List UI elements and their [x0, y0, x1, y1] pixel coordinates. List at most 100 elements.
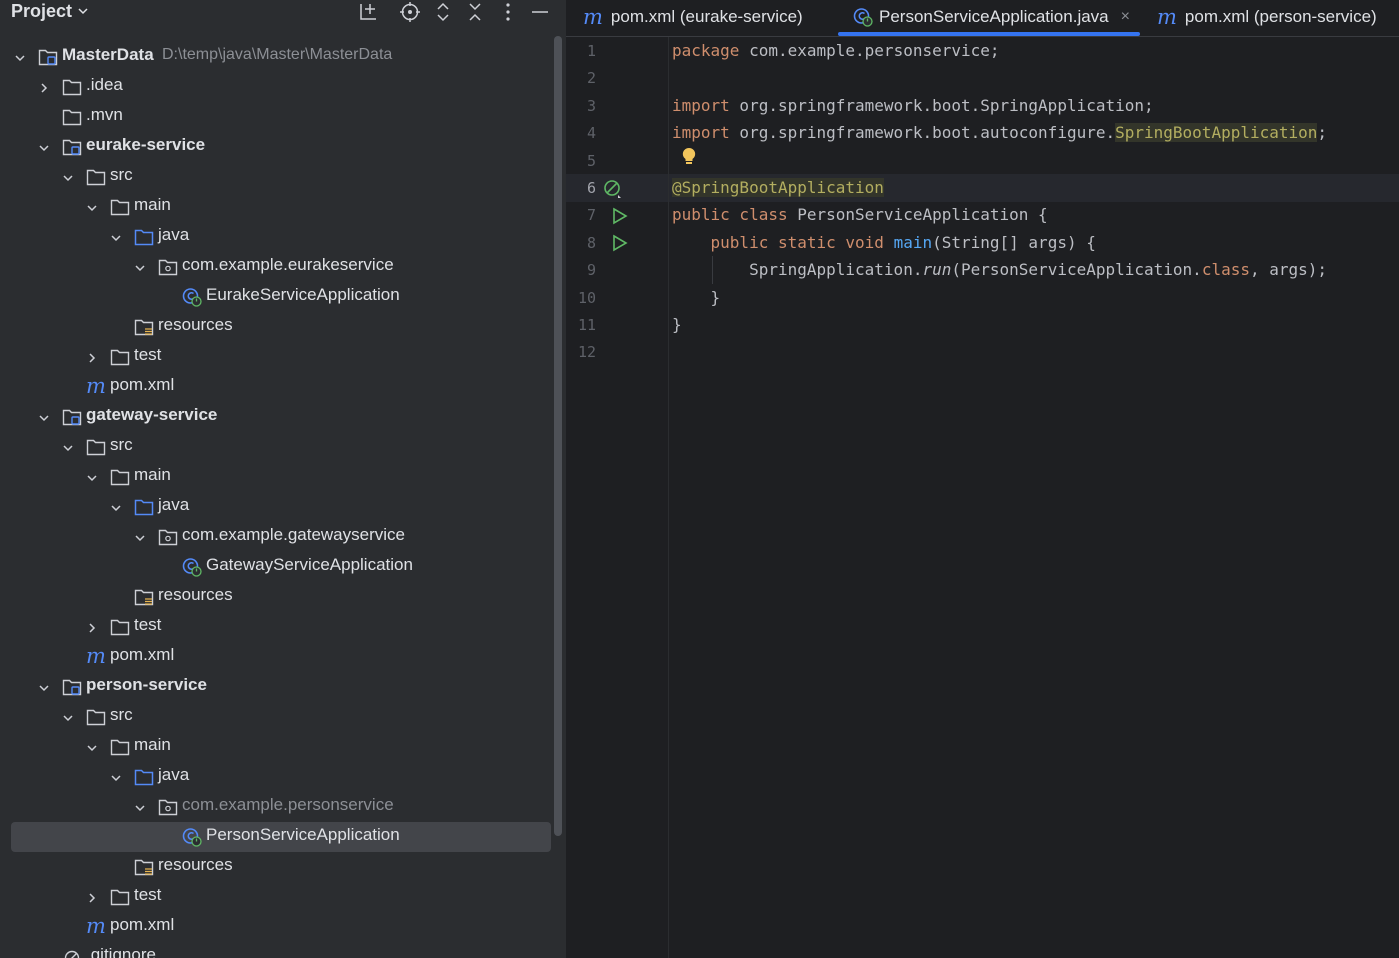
tree-item-path: D:\temp\java\Master\MasterData	[162, 46, 393, 63]
collapse-all-icon[interactable]	[464, 1, 486, 23]
editor-tab-label: PersonServiceApplication.java	[879, 7, 1109, 26]
code-line[interactable]: @SpringBootApplication	[672, 178, 884, 197]
code-line[interactable]: public static void main(String[] args) {	[672, 233, 1096, 252]
line-number: 2	[586, 69, 596, 88]
tree-item[interactable]: test	[0, 612, 556, 642]
chevron-down-icon[interactable]	[62, 711, 74, 723]
chevron-down-icon[interactable]	[134, 531, 146, 543]
tree-item[interactable]: main	[0, 192, 556, 222]
code-line[interactable]: }	[672, 287, 721, 307]
tree-item[interactable]: src	[0, 162, 556, 192]
tree-item[interactable]: main	[0, 462, 556, 492]
chevron-down-icon[interactable]	[110, 231, 122, 243]
code-line[interactable]: import org.springframework.boot.autoconf…	[672, 123, 1327, 143]
tree-item[interactable]: m pom.xml	[0, 372, 556, 402]
tree-item[interactable]: main	[0, 732, 556, 762]
tree-item[interactable]: resources	[0, 582, 556, 612]
spring-bean-icon[interactable]	[602, 178, 624, 205]
editor-tab[interactable]: PersonServiceApplication.java ×	[838, 0, 1140, 36]
maven-icon: m	[86, 644, 106, 668]
tree-item-label: test	[134, 345, 162, 364]
chevron-down-icon[interactable]	[38, 141, 50, 153]
chevron-down-icon[interactable]	[110, 501, 122, 513]
new-file-icon[interactable]	[357, 1, 379, 23]
code-token: PersonServiceApplication {	[787, 205, 1048, 225]
maven-icon: m	[1157, 5, 1177, 29]
code-token: (PersonServiceApplication.	[951, 260, 1202, 280]
more-options-icon[interactable]	[497, 1, 519, 23]
tree-item[interactable]: test	[0, 882, 556, 912]
editor-tab[interactable]: m pom.xml (eurake-service)	[583, 0, 803, 34]
chevron-down-icon[interactable]	[110, 771, 122, 783]
tree-item-label: person-service	[86, 675, 207, 694]
expand-all-icon[interactable]	[432, 1, 454, 23]
chevron-down-icon[interactable]	[86, 741, 98, 753]
tree-item[interactable]: .mvn	[0, 102, 556, 132]
editor-tab-label: pom.xml (eurake-service)	[610, 7, 803, 26]
minimize-icon[interactable]	[529, 1, 551, 23]
chevron-right-icon[interactable]	[38, 81, 50, 93]
code-line[interactable]: package com.example.personservice;	[672, 41, 1000, 60]
tree-item-label: test	[134, 615, 162, 634]
code-line[interactable]: import org.springframework.boot.SpringAp…	[672, 96, 1154, 115]
chevron-down-icon[interactable]	[38, 681, 50, 693]
source-folder-icon	[134, 498, 154, 516]
tree-item[interactable]: src	[0, 432, 556, 462]
close-tab-icon[interactable]: ×	[1121, 8, 1130, 26]
tree-item[interactable]: com.example.gatewayservice	[0, 522, 556, 552]
code-editor: m pom.xml (eurake-service) PersonServiceAp…	[566, 0, 1399, 958]
chevron-down-icon[interactable]	[86, 201, 98, 213]
spring-class-icon	[182, 287, 202, 307]
tree-item[interactable]: eurake-service	[0, 132, 556, 162]
tree-item[interactable]: PersonServiceApplication	[0, 822, 556, 852]
tree-item[interactable]: GatewayServiceApplication	[0, 552, 556, 582]
locate-file-icon[interactable]	[399, 1, 421, 23]
tree-item[interactable]: java	[0, 492, 556, 522]
code-token: org.springframework.boot.autoconfigure.	[729, 123, 1116, 143]
project-tree-scrollbar[interactable]	[554, 36, 562, 836]
chevron-down-icon[interactable]	[134, 801, 146, 813]
tree-item[interactable]: m pom.xml	[0, 642, 556, 672]
tree-item[interactable]: .idea	[0, 72, 556, 102]
tree-item[interactable]: java	[0, 762, 556, 792]
chevron-down-icon[interactable]	[76, 4, 90, 23]
line-number: 1	[586, 42, 596, 60]
tree-item[interactable]: com.example.personservice	[0, 792, 556, 822]
tree-item[interactable]: m pom.xml	[0, 912, 556, 942]
tree-item[interactable]: gateway-service	[0, 402, 556, 432]
tree-item[interactable]: java	[0, 222, 556, 252]
tree-item[interactable]: src	[0, 702, 556, 732]
folder-icon	[110, 468, 130, 486]
chevron-right-icon[interactable]	[86, 621, 98, 633]
project-panel-title[interactable]: Project	[11, 1, 72, 22]
tree-item[interactable]: test	[0, 342, 556, 372]
run-icon[interactable]	[611, 207, 629, 230]
tree-item[interactable]: person-service	[0, 672, 556, 702]
chevron-down-icon[interactable]	[134, 261, 146, 273]
code-token: }	[672, 287, 721, 307]
tree-item[interactable]: resources	[0, 852, 556, 882]
chevron-right-icon[interactable]	[86, 891, 98, 903]
chevron-down-icon[interactable]	[62, 171, 74, 183]
folder-icon	[110, 618, 130, 636]
chevron-down-icon[interactable]	[14, 51, 26, 63]
code-token: package	[672, 41, 740, 60]
run-icon[interactable]	[611, 234, 629, 257]
folder-icon	[62, 108, 82, 126]
tree-item[interactable]: .gitignore	[0, 942, 556, 958]
editor-tab[interactable]: m pom.xml (person-service)	[1157, 0, 1377, 34]
chevron-right-icon[interactable]	[86, 351, 98, 363]
chevron-down-icon[interactable]	[38, 411, 50, 423]
tree-item[interactable]: MasterData D:\temp\java\Master\MasterData	[0, 42, 556, 72]
code-line[interactable]: SpringApplication.run(PersonServiceAppli…	[672, 260, 1327, 279]
code-line[interactable]: public class PersonServiceApplication {	[672, 205, 1048, 224]
tree-item[interactable]: resources	[0, 312, 556, 342]
code-line[interactable]: }	[672, 315, 682, 334]
tree-item[interactable]: com.example.eurakeservice	[0, 252, 556, 282]
chevron-down-icon[interactable]	[86, 471, 98, 483]
chevron-down-icon[interactable]	[62, 441, 74, 453]
intention-bulb-icon[interactable]	[680, 146, 698, 171]
tree-item[interactable]: EurakeServiceApplication	[0, 282, 556, 312]
spring-class-icon	[182, 557, 202, 577]
module-folder-icon	[38, 48, 58, 66]
